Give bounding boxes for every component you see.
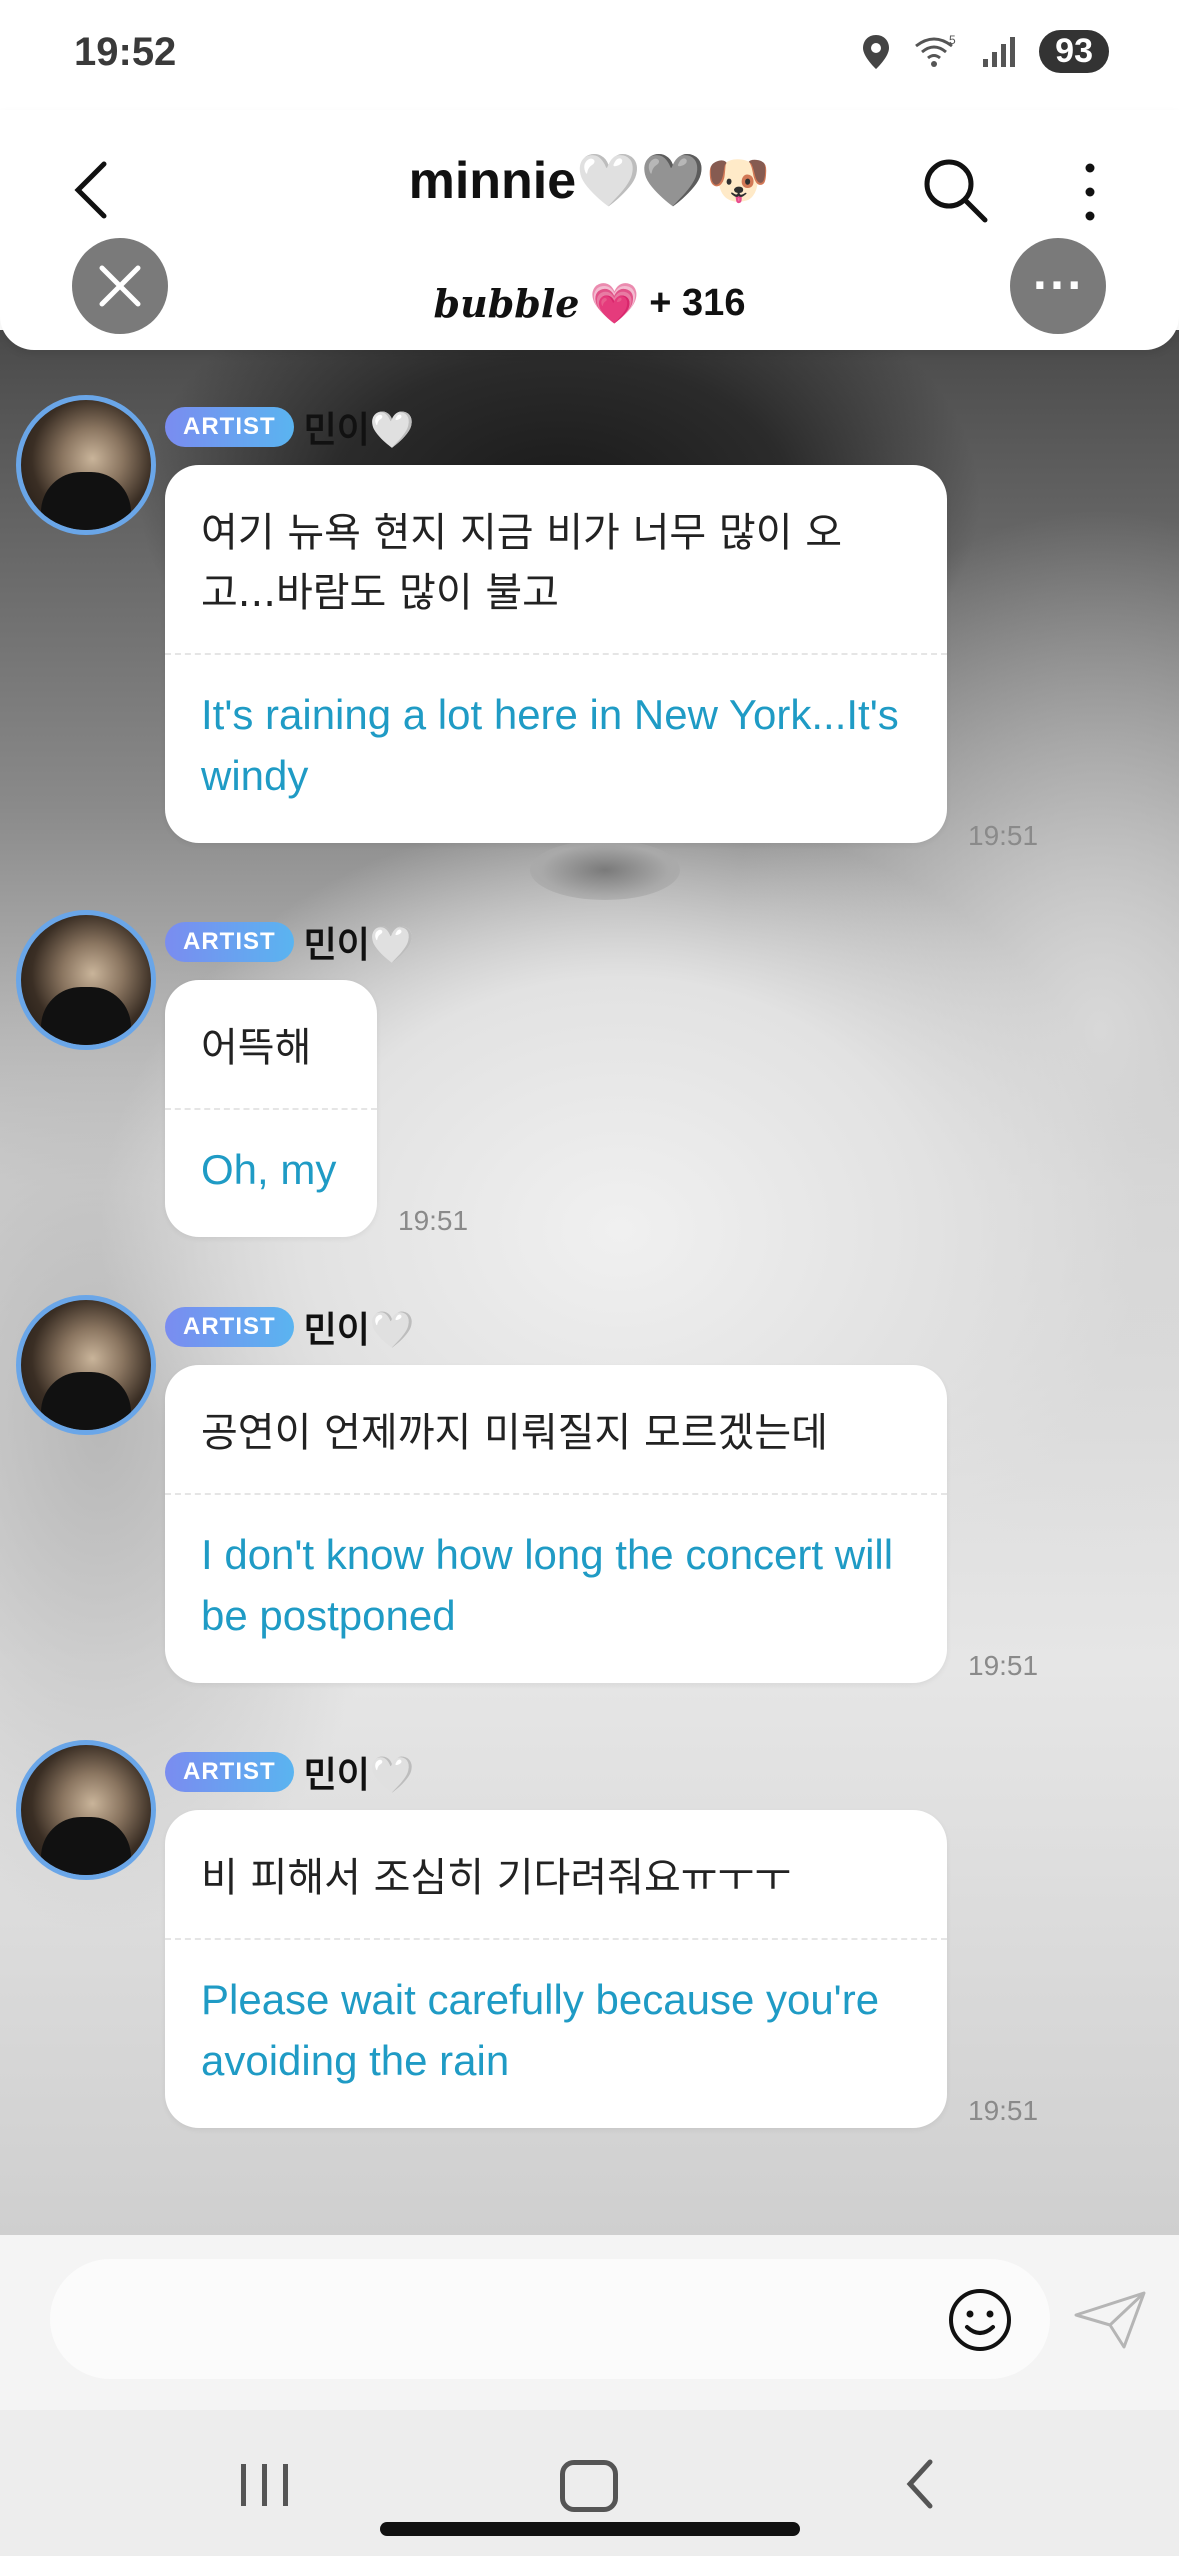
message-group: ARTIST 민이🤍 어뜩해 Oh, my 19:51	[0, 910, 1179, 1250]
chat-title: minnie🤍🩶🐶	[408, 152, 771, 210]
message-time: 19:51	[968, 2095, 1039, 2126]
artist-badge: ARTIST	[165, 922, 294, 962]
send-icon[interactable]	[1070, 2285, 1150, 2355]
options-button[interactable]: ···	[1010, 238, 1106, 334]
sender-row: ARTIST 민이🤍	[165, 916, 415, 968]
message-bubble[interactable]: 비 피해서 조심히 기다려줘요ㅠㅜㅜ Please wait carefully…	[165, 1810, 947, 2128]
message-translation: Oh, my	[201, 1146, 337, 1193]
artist-badge: ARTIST	[165, 1307, 294, 1347]
heart-icon: 💗	[589, 281, 640, 327]
system-nav-bar	[0, 2410, 1179, 2556]
message-translation: Please wait carefully because you're avo…	[201, 1976, 880, 2084]
avatar[interactable]	[16, 1295, 156, 1435]
message-input[interactable]	[50, 2259, 1050, 2379]
home-indicator[interactable]	[380, 2522, 800, 2536]
artist-badge: ARTIST	[165, 407, 294, 447]
status-icons: 5 93	[861, 30, 1109, 73]
artist-badge: ARTIST	[165, 1752, 294, 1792]
message-original: 비 피해서 조심히 기다려줘요ㅠㅜㅜ	[201, 1855, 792, 1901]
message-bubble[interactable]: 여기 뉴욕 현지 지금 비가 너무 많이 오고...바람도 많이 불고 It's…	[165, 465, 947, 843]
sender-name: 민이🤍	[303, 410, 415, 451]
recent-apps-icon[interactable]	[235, 2460, 295, 2510]
message-original: 어뜩해	[201, 1025, 312, 1071]
bubble-logo: bubble	[433, 281, 580, 326]
chat-header: minnie🤍🩶🐶 bubble 💗 + 316 ···	[0, 110, 1179, 350]
wifi-icon: 5	[915, 34, 956, 67]
home-icon[interactable]	[560, 2460, 618, 2512]
bubble-count: + 316	[649, 282, 746, 324]
message-group: ARTIST 민이🤍 공연이 언제까지 미뤄질지 모르겠는데 I don't k…	[0, 1295, 1179, 1705]
bubble-info: bubble 💗 + 316	[0, 280, 1179, 327]
status-time: 19:52	[74, 30, 177, 74]
message-bubble[interactable]: 어뜩해 Oh, my	[165, 980, 377, 1237]
sender-row: ARTIST 민이🤍	[165, 1746, 415, 1798]
location-icon	[863, 34, 890, 69]
battery-indicator: 93	[1039, 30, 1109, 73]
status-bar: 19:52 5 93	[0, 0, 1179, 110]
message-input-bar	[0, 2235, 1179, 2410]
sender-name: 민이🤍	[303, 925, 415, 966]
svg-text:5: 5	[949, 34, 956, 47]
avatar[interactable]	[16, 1740, 156, 1880]
message-original: 여기 뉴욕 현지 지금 비가 너무 많이 오고...바람도 많이 불고	[201, 510, 843, 616]
message-time: 19:51	[968, 820, 1039, 851]
nav-back-icon[interactable]	[900, 2454, 940, 2514]
message-group: ARTIST 민이🤍 여기 뉴욕 현지 지금 비가 너무 많이 오고...바람도…	[0, 395, 1179, 875]
message-translation: I don't know how long the concert will b…	[201, 1531, 894, 1639]
message-translation: It's raining a lot here in New York...It…	[201, 691, 899, 799]
avatar[interactable]	[16, 910, 156, 1050]
avatar[interactable]	[16, 395, 156, 535]
message-time: 19:51	[968, 1650, 1039, 1681]
message-group: ARTIST 민이🤍 비 피해서 조심히 기다려줘요ㅠㅜㅜ Please wai…	[0, 1740, 1179, 2150]
message-time: 19:51	[398, 1205, 469, 1236]
message-original: 공연이 언제까지 미뤄질지 모르겠는데	[201, 1410, 828, 1456]
sender-name: 민이🤍	[303, 1310, 415, 1351]
sender-row: ARTIST 민이🤍	[165, 1301, 415, 1353]
smile-icon[interactable]	[945, 2285, 1015, 2355]
sender-row: ARTIST 민이🤍	[165, 401, 415, 453]
search-icon[interactable]	[915, 150, 995, 230]
more-vertical-icon[interactable]	[1070, 152, 1110, 232]
message-bubble[interactable]: 공연이 언제까지 미뤄질지 모르겠는데 I don't know how lon…	[165, 1365, 947, 1683]
signal-icon	[983, 36, 1016, 67]
sender-name: 민이🤍	[303, 1755, 415, 1796]
chat-screen: 19:52 5 93 minnie🤍🩶🐶 bubble 💗 + 316 ··· …	[0, 0, 1179, 2556]
